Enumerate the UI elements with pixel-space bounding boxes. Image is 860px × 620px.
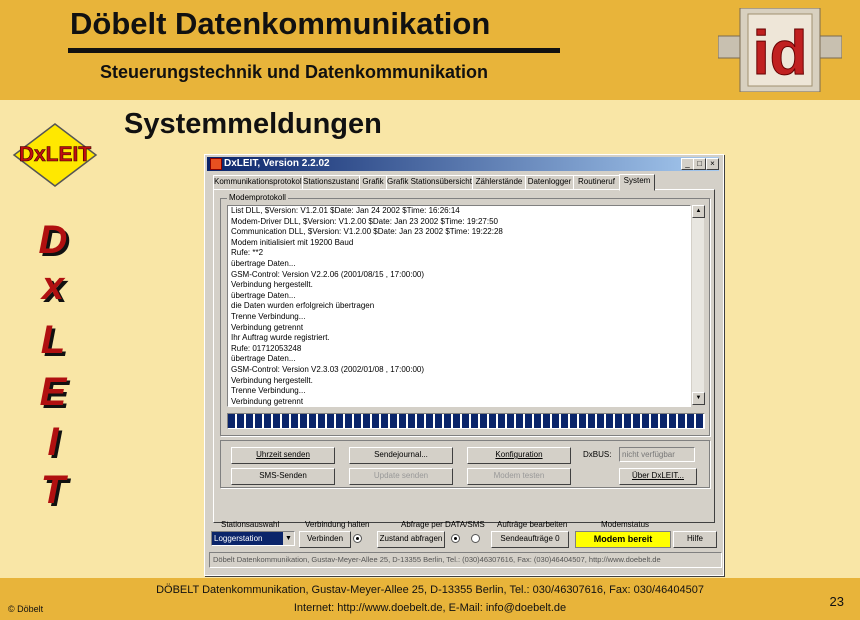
log-line: Verbindung getrennt	[231, 396, 304, 406]
tab-routineruf[interactable]: Routineruf	[573, 175, 620, 190]
modemprotokoll-group: Modemprotokoll List DLL, $Version: V1.2.…	[220, 193, 710, 436]
modemstatus-label: Modemstatus	[601, 520, 650, 529]
slide-footer: DÖBELT Datenkommunikation, Gustav-Meyer-…	[0, 578, 860, 620]
log-line: Communication DLL, $Version: V1.2.00 $Da…	[231, 227, 503, 237]
dxleit-logo-icon: DxLEIT	[12, 123, 98, 187]
company-title: Döbelt Datenkommunikation	[70, 6, 491, 41]
log-line: Ihr Auftrag wurde registriert.	[231, 333, 330, 343]
vertical-letter: L	[40, 318, 66, 362]
sendeauftraege-button[interactable]: Sendeaufträge 0	[491, 531, 569, 548]
halten-radio[interactable]	[353, 534, 362, 543]
verbindung-halten-label: Verbindung halten	[305, 520, 370, 529]
footer-contact: Internet: http://www.doebelt.de, E-Mail:…	[293, 602, 567, 614]
modem-status-indicator: Modem bereit	[575, 531, 671, 548]
log-line: Verbindung hergestellt.	[231, 280, 313, 290]
konfiguration-button[interactable]: Konfiguration	[467, 447, 571, 464]
log-textarea[interactable]: List DLL, $Version: V1.2.01 $Date: Jan 2…	[227, 205, 691, 407]
tab-grafik[interactable]: Grafik	[359, 175, 387, 190]
sms-radio[interactable]	[471, 534, 480, 543]
log-line: Verbindung getrennt	[231, 322, 304, 332]
data-radio[interactable]	[451, 534, 460, 543]
stationsauswahl-label: Stationsauswahl	[221, 520, 280, 529]
copyright: © Döbelt	[8, 604, 44, 614]
zustand-abfragen-button[interactable]: Zustand abfragen	[377, 531, 445, 548]
log-line: übertrage Daten...	[231, 354, 296, 364]
log-line: übertrage Daten...	[231, 258, 296, 268]
scroll-up-arrow-icon[interactable]: ▲	[692, 205, 705, 218]
log-line: GSM-Control: Version V2.3.03 (2002/01/08…	[231, 364, 425, 374]
log-line: Rufe: 01712053248	[231, 343, 302, 353]
app-icon	[210, 158, 222, 170]
modem-testen-button[interactable]: Modem testen	[467, 468, 571, 485]
tab-kommunikationsprotokoll[interactable]: Kommunikationsprotokoll	[213, 175, 303, 190]
close-button[interactable]: ×	[706, 158, 719, 170]
log-scrollbar[interactable]: ▲ ▼	[691, 205, 705, 405]
dxleit-window: DxLEIT, Version 2.2.02 _ □ × Kommunikati…	[204, 154, 724, 576]
dxbus-field: nicht verfügbar	[619, 447, 695, 462]
modemprotokoll-label: Modemprotokoll	[227, 193, 288, 202]
id-logo-icon: id	[718, 8, 842, 92]
vertical-letter: E	[39, 370, 67, 414]
log-line: übertrage Daten...	[231, 290, 296, 300]
log-line: GSM-Control: Version V2.2.06 (2001/08/15…	[231, 269, 425, 279]
sendejournal-button[interactable]: Sendejournal...	[349, 447, 453, 464]
page-heading: Systemmeldungen	[124, 108, 382, 140]
window-title: DxLEIT, Version 2.2.02	[224, 158, 330, 169]
dxbus-label: DxBUS:	[583, 450, 612, 459]
ueber-dxleit-button[interactable]: Über DxLEIT...	[619, 468, 697, 485]
system-panel: Modemprotokoll List DLL, $Version: V1.2.…	[213, 189, 715, 523]
slide-header: Döbelt Datenkommunikation Steuerungstech…	[0, 0, 860, 100]
update-senden-button[interactable]: Update senden	[349, 468, 453, 485]
log-line: Rufe: **2	[231, 248, 264, 258]
log-line: die Daten wurden erfolgreich übertragen	[231, 301, 375, 311]
auftraege-label: Aufträge bearbeiten	[497, 520, 568, 529]
page-number: 23	[829, 594, 844, 609]
abfrage-label: Abfrage per DATA/SMS	[401, 520, 485, 529]
dxleit-logo-text: DxLEIT	[19, 143, 92, 166]
tab-grafik-stationsuebersicht[interactable]: Grafik Stationsübersicht	[386, 175, 473, 190]
verbinden-button[interactable]: Verbinden	[299, 531, 351, 548]
tab-system[interactable]: System	[619, 174, 655, 191]
tab-zaehlerstaende[interactable]: Zählerstände	[472, 175, 526, 190]
log-line: Trenne Verbindung...	[231, 386, 306, 396]
log-line: Trenne Verbindung...	[231, 311, 306, 321]
id-logo-text: id	[752, 19, 807, 88]
hilfe-button[interactable]: Hilfe	[673, 531, 717, 548]
window-statusbar: Döbelt Datenkommunikation, Gustav-Meyer-…	[209, 552, 722, 568]
log-line: Modem-Driver DLL, $Version: V1.2.00 $Dat…	[231, 216, 498, 226]
footer-address: DÖBELT Datenkommunikation, Gustav-Meyer-…	[156, 584, 704, 596]
progress-fill	[228, 414, 704, 428]
actions-group: Uhrzeit senden Sendejournal... Konfigura…	[220, 440, 710, 488]
station-select-value: Loggerstation	[214, 534, 263, 543]
vertical-letter: x	[41, 264, 65, 308]
log-line: Modem initialisiert mit 19200 Baud	[231, 237, 354, 247]
transfer-progress-bar	[227, 413, 705, 429]
uhrzeit-senden-button[interactable]: Uhrzeit senden	[231, 447, 335, 464]
company-subtitle: Steuerungstechnik und Datenkommunikation	[100, 62, 489, 82]
vertical-letter: I	[47, 420, 59, 464]
log-line: List DLL, $Version: V1.2.01 $Date: Jan 2…	[231, 206, 460, 215]
vertical-letter: D	[38, 218, 68, 262]
title-rule	[68, 48, 560, 53]
vertical-letter: T	[40, 468, 66, 512]
chevron-down-icon[interactable]: ▼	[283, 532, 294, 545]
scroll-down-arrow-icon[interactable]: ▼	[692, 392, 705, 405]
sms-senden-button[interactable]: SMS-Senden	[231, 468, 335, 485]
window-titlebar[interactable]: DxLEIT, Version 2.2.02 _ □ ×	[207, 157, 719, 171]
station-select[interactable]: Loggerstation ▼	[211, 531, 295, 546]
maximize-button[interactable]: □	[693, 158, 706, 170]
log-line: Verbindung hergestellt.	[231, 375, 313, 385]
tab-datenlogger[interactable]: Datenlogger	[525, 175, 574, 190]
tab-stationszustand[interactable]: Stationszustand	[302, 175, 360, 190]
